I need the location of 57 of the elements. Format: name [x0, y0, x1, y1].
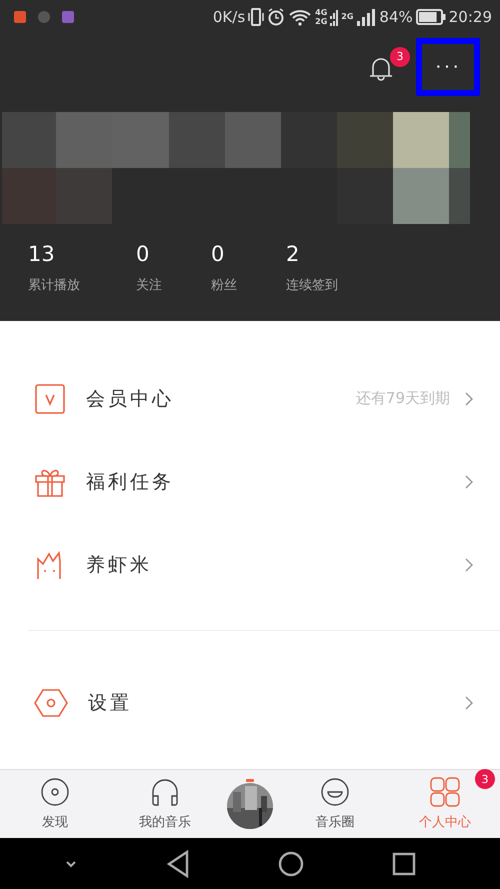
menu-label: 会员中心	[86, 386, 175, 412]
stat-value: 0	[211, 242, 226, 266]
chevron-right-icon	[464, 556, 474, 572]
menu-item[interactable]: 养虾米	[0, 523, 500, 606]
stat-label: 累计播放	[28, 277, 81, 294]
network-type: 2G	[341, 12, 354, 21]
gallery-notification-icon	[62, 10, 74, 22]
home-icon[interactable]	[278, 850, 304, 876]
now-playing-button[interactable]	[225, 778, 275, 830]
clock: 20:29	[448, 8, 492, 26]
stat-value: 0	[136, 242, 150, 266]
wifi-icon	[288, 8, 312, 26]
settings-icon	[34, 688, 68, 718]
notification-badge: 3	[390, 46, 410, 66]
menu-label: 设置	[88, 691, 133, 716]
disc-icon	[40, 777, 70, 807]
menu-item[interactable]: 会员中心 还有79天到期	[0, 357, 500, 440]
notification-badge: 3	[475, 769, 495, 789]
menu-label: 养虾米	[86, 552, 153, 578]
tab-label: 我的音乐	[139, 814, 191, 831]
stat-label: 粉丝	[211, 277, 238, 294]
recents-icon[interactable]	[392, 852, 416, 876]
vip-icon	[34, 382, 66, 414]
battery-icon	[416, 8, 446, 24]
chevron-right-icon	[464, 390, 474, 406]
tab-label: 个人中心	[419, 814, 471, 831]
network-type: 4G	[315, 8, 328, 16]
stat-value: 2	[286, 242, 300, 266]
stat-label: 关注	[136, 277, 163, 294]
tab[interactable]: 发现	[40, 777, 70, 831]
battery-percent: 84%	[379, 8, 413, 26]
chevron-right-icon	[464, 695, 474, 711]
menu-label: 福利任务	[86, 470, 175, 494]
tab[interactable]: 我的音乐	[139, 777, 191, 831]
signal-icon	[356, 8, 376, 26]
expiry-note: 还有79天到期	[356, 389, 450, 408]
network-speed: 0K/s	[212, 8, 246, 26]
chevron-down-icon[interactable]	[64, 858, 78, 868]
tab[interactable]: 音乐圈	[316, 777, 354, 831]
tab-label: 音乐圈	[316, 814, 354, 831]
smile-icon	[320, 777, 350, 807]
chevron-right-icon	[464, 474, 474, 490]
app-notification-icon	[14, 10, 26, 22]
settings-item[interactable]: 设置	[0, 661, 500, 745]
tab-label: 发现	[42, 814, 68, 831]
signal-icon	[330, 8, 338, 26]
app-notification-icon	[38, 10, 50, 22]
network-type: 2G	[315, 16, 328, 26]
more-button[interactable]: ···	[416, 38, 480, 96]
stat-value: 13	[28, 242, 56, 266]
stat-label: 连续签到	[286, 277, 338, 294]
vibrate-icon	[248, 8, 264, 26]
menu-item[interactable]: 福利任务	[0, 440, 500, 523]
headphones-icon	[150, 777, 180, 807]
back-icon[interactable]	[166, 850, 190, 878]
grid-icon	[430, 777, 460, 807]
alarm-icon	[267, 8, 286, 26]
